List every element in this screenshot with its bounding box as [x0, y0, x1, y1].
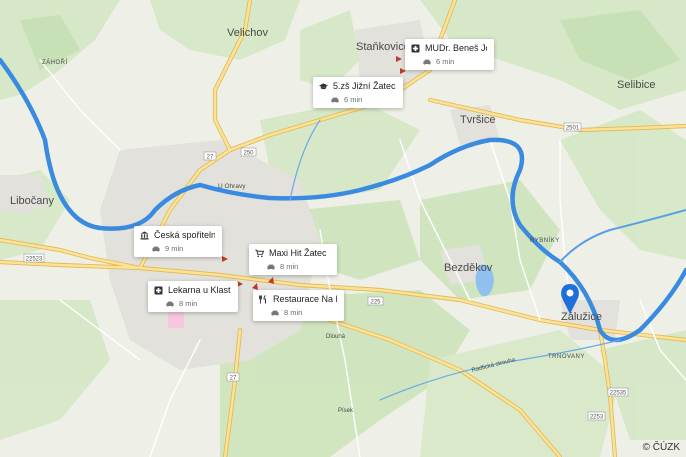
label-zahori: ZÁHOŘÍ	[42, 58, 68, 66]
place-tvrsice: Tvršice	[460, 114, 495, 126]
label-dlouha: Dlouhá	[326, 334, 346, 340]
bank-icon	[140, 231, 149, 240]
poi-card-restaurace[interactable]: Restaurace Na Pr... 8 min	[253, 290, 344, 321]
road-number-27-south: 27	[230, 375, 237, 381]
car-icon	[267, 264, 275, 270]
poi-card-school[interactable]: 5.zš Jižní Žatec 2... 6 min	[313, 77, 403, 108]
poi-name: Česká spořitelna	[154, 230, 215, 240]
road-number-2253: 2253	[590, 414, 604, 420]
medical-icon	[154, 286, 163, 295]
road-number-225: 225	[370, 299, 381, 305]
poi-time: 6 min	[344, 95, 363, 104]
poi-name: Maxi Hit Žatec	[269, 248, 327, 258]
copyright-notice[interactable]: © ČÚZK	[643, 442, 680, 453]
label-trnovany: TRNOVANY	[548, 354, 585, 360]
medical-icon	[411, 44, 420, 53]
poi-card-mudr-benes[interactable]: MUDr. Beneš Josef 6 min	[405, 39, 494, 70]
poi-name: Lekarna u Klastera	[168, 285, 231, 295]
road-number-27: 27	[207, 154, 214, 160]
label-rybniky: RYBNÍKY	[530, 237, 560, 244]
place-libocany: Libočany	[10, 195, 55, 207]
poi-card-maxi-hit[interactable]: Maxi Hit Žatec 8 min	[249, 244, 337, 275]
poi-card-ceska-sporitelna[interactable]: Česká spořitelna 9 min	[134, 226, 222, 257]
road-number-22535: 22535	[610, 390, 627, 396]
car-icon	[152, 246, 160, 252]
poi-name: Restaurace Na Pr...	[273, 294, 337, 304]
map-canvas[interactable]: 27 250 2501 22523 225 27 22535 2253 ZÁHO…	[0, 0, 686, 457]
road-number-2501: 2501	[566, 125, 580, 131]
poi-time: 6 min	[436, 57, 455, 66]
place-stankovice: Staňkovice	[356, 41, 410, 53]
car-icon	[331, 97, 339, 103]
car-icon	[166, 301, 174, 307]
poi-name: 5.zš Jižní Žatec 2...	[333, 81, 396, 91]
car-icon	[423, 59, 431, 65]
poi-time: 8 min	[280, 262, 299, 271]
poi-card-lekarna[interactable]: Lekarna u Klastera 8 min	[148, 281, 238, 312]
hospital-area	[168, 312, 184, 328]
place-velichov: Velichov	[227, 27, 268, 39]
shop-icon	[255, 249, 264, 258]
road-number-22523: 22523	[26, 256, 43, 262]
poi-time: 8 min	[284, 308, 303, 317]
poi-time: 9 min	[165, 244, 184, 253]
restaurant-icon	[259, 294, 268, 304]
road-number-250: 250	[243, 150, 254, 156]
place-bezdekov: Bezděkov	[444, 262, 493, 274]
school-icon	[319, 82, 328, 91]
label-u-ohravy: U Ohravy	[218, 183, 246, 190]
car-icon	[271, 310, 279, 316]
label-pisek: Písek	[338, 408, 354, 414]
place-zaluzice: Zálužice	[561, 311, 602, 323]
place-selibice: Selibice	[617, 79, 656, 91]
poi-name: MUDr. Beneš Josef	[425, 43, 487, 53]
poi-time: 8 min	[179, 299, 198, 308]
